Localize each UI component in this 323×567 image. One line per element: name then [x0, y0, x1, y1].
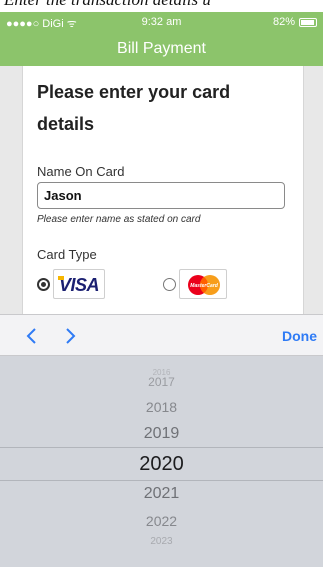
mastercard-radio[interactable]	[163, 278, 176, 291]
picker-year-2017[interactable]: 2017	[0, 376, 323, 388]
caption-text: Enter the transaction details u	[0, 0, 323, 12]
battery-percent: 82%	[272, 16, 295, 28]
name-hint: Please enter name as stated on card	[37, 214, 201, 225]
picker-year-2023[interactable]: 2023	[0, 537, 323, 547]
year-picker[interactable]: 2016 2017 2018 2019 2020 2021 2022 2023	[0, 356, 323, 567]
chevron-right-icon[interactable]	[60, 326, 80, 346]
card-type-label: Card Type	[37, 247, 97, 262]
battery-icon	[299, 18, 317, 27]
nav-bar-title: Bill Payment	[0, 32, 323, 66]
visa-radio[interactable]	[37, 278, 50, 291]
picker-toolbar: Done	[0, 314, 323, 356]
page-title: Please enter your card details	[37, 82, 231, 134]
picker-year-2022[interactable]: 2022	[0, 514, 323, 528]
done-button[interactable]: Done	[282, 315, 317, 357]
picker-year-2019[interactable]: 2019	[0, 426, 323, 442]
mastercard-logo[interactable]: MasterCard	[179, 269, 227, 299]
picker-selection-top-line	[0, 447, 323, 448]
picker-year-2020[interactable]: 2020	[0, 454, 323, 474]
visa-logo[interactable]: VISA	[53, 269, 105, 299]
mastercard-logo-text: MasterCard	[190, 283, 218, 289]
name-on-card-input[interactable]	[37, 182, 285, 209]
mastercard-logo-icon: MasterCard	[183, 273, 225, 297]
picker-selection-bottom-line	[0, 480, 323, 481]
picker-year-2018[interactable]: 2018	[0, 400, 323, 414]
card-details-form: Please enter your card details Name On C…	[22, 66, 304, 314]
picker-year-2021[interactable]: 2021	[0, 486, 323, 502]
chevron-left-icon[interactable]	[22, 326, 42, 346]
status-bar: ●●●●○ DiGi ᯤ 9:32 am 82%	[0, 12, 323, 32]
name-on-card-label: Name On Card	[37, 164, 125, 179]
